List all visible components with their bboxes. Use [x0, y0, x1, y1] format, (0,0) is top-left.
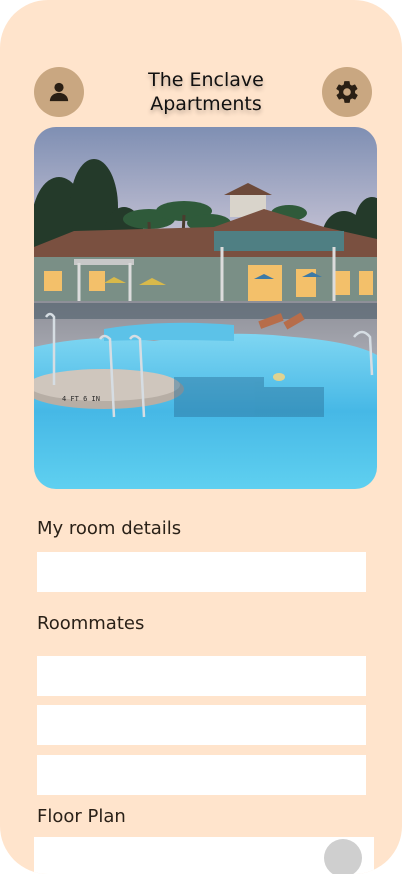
page-title: The Enclave Apartments — [100, 68, 312, 116]
roommates-label: Roommates — [37, 613, 145, 634]
person-icon — [49, 82, 69, 102]
roommate-field-3[interactable] — [37, 755, 366, 795]
title-line-2: Apartments — [150, 93, 262, 115]
floor-plan-label: Floor Plan — [37, 806, 126, 827]
floor-plan-box[interactable] — [34, 837, 374, 874]
roommate-field-2[interactable] — [37, 705, 366, 745]
app-screen: The Enclave Apartments 4 FT 6 IN My room… — [0, 0, 402, 874]
roommate-field-1[interactable] — [37, 656, 366, 696]
room-details-field[interactable] — [37, 552, 366, 592]
room-details-label: My room details — [37, 518, 182, 539]
depth-marker: 4 FT 6 IN — [62, 395, 100, 403]
hero-image: 4 FT 6 IN — [34, 127, 377, 489]
settings-button[interactable] — [322, 67, 372, 117]
header: The Enclave Apartments — [0, 60, 402, 124]
title-line-1: The Enclave — [148, 69, 264, 91]
gear-icon — [336, 81, 358, 103]
floating-action-button[interactable] — [324, 839, 362, 874]
profile-button[interactable] — [34, 67, 84, 117]
